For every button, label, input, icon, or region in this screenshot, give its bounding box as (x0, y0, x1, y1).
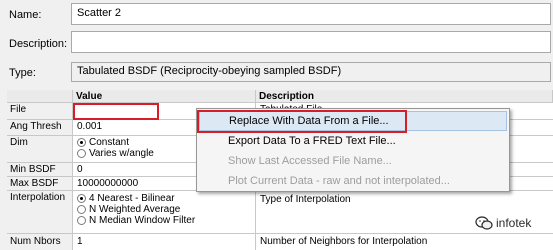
menu-item-show-last-file[interactable]: Show Last Accessed File Name... (199, 151, 507, 171)
row-name: Num Nbors (7, 234, 73, 250)
type-field: Tabulated BSDF (Reciprocity-obeying samp… (71, 62, 551, 82)
radio-selected-icon (77, 138, 86, 147)
num-nbors-value[interactable]: 1 (73, 234, 256, 250)
interpolation-options: 4 Nearest - Bilinear N Weighted Average … (73, 191, 256, 233)
watermark: infotek (475, 216, 531, 230)
file-cell-annotation-box (73, 103, 159, 120)
radio-icon (77, 149, 86, 158)
interp-option-weighted[interactable]: N Weighted Average (77, 204, 251, 215)
description-label: Description: (9, 38, 68, 50)
row-name: Max BSDF (7, 177, 73, 190)
radio-icon (77, 205, 86, 214)
menu-item-annotation-box (197, 110, 407, 133)
grid-header-corner (7, 90, 73, 103)
name-label: Name: (9, 9, 42, 21)
row-name: Dim (7, 136, 73, 162)
row-name: Ang Thresh (7, 120, 73, 135)
radio-selected-icon (77, 194, 86, 203)
row-name: Min BSDF (7, 163, 73, 176)
column-header-value[interactable]: Value (73, 90, 256, 103)
menu-item-plot-current-data[interactable]: Plot Current Data - raw and not interpol… (199, 171, 507, 191)
radio-icon (77, 216, 86, 225)
row-description: Number of Neighbors for Interpolation (260, 236, 428, 247)
type-label: Type: (9, 67, 36, 79)
wechat-icon (475, 216, 493, 230)
menu-item-export-data[interactable]: Export Data To a FRED Text File... (199, 131, 507, 151)
grid-row-interpolation[interactable]: Interpolation 4 Nearest - Bilinear N Wei… (7, 191, 553, 234)
row-name: Interpolation (7, 191, 73, 233)
description-field[interactable] (71, 31, 551, 53)
interp-option-median[interactable]: N Median Window Filter (77, 215, 251, 226)
watermark-text: infotek (496, 216, 532, 230)
grid-row-num-nbors[interactable]: Num Nbors 1 Number of Neighbors for Inte… (7, 234, 553, 250)
interp-option-bilinear[interactable]: 4 Nearest - Bilinear (77, 193, 251, 204)
row-name: File (7, 103, 73, 119)
name-field[interactable]: Scatter 2 (71, 3, 551, 25)
column-header-description[interactable]: Description (256, 90, 553, 103)
